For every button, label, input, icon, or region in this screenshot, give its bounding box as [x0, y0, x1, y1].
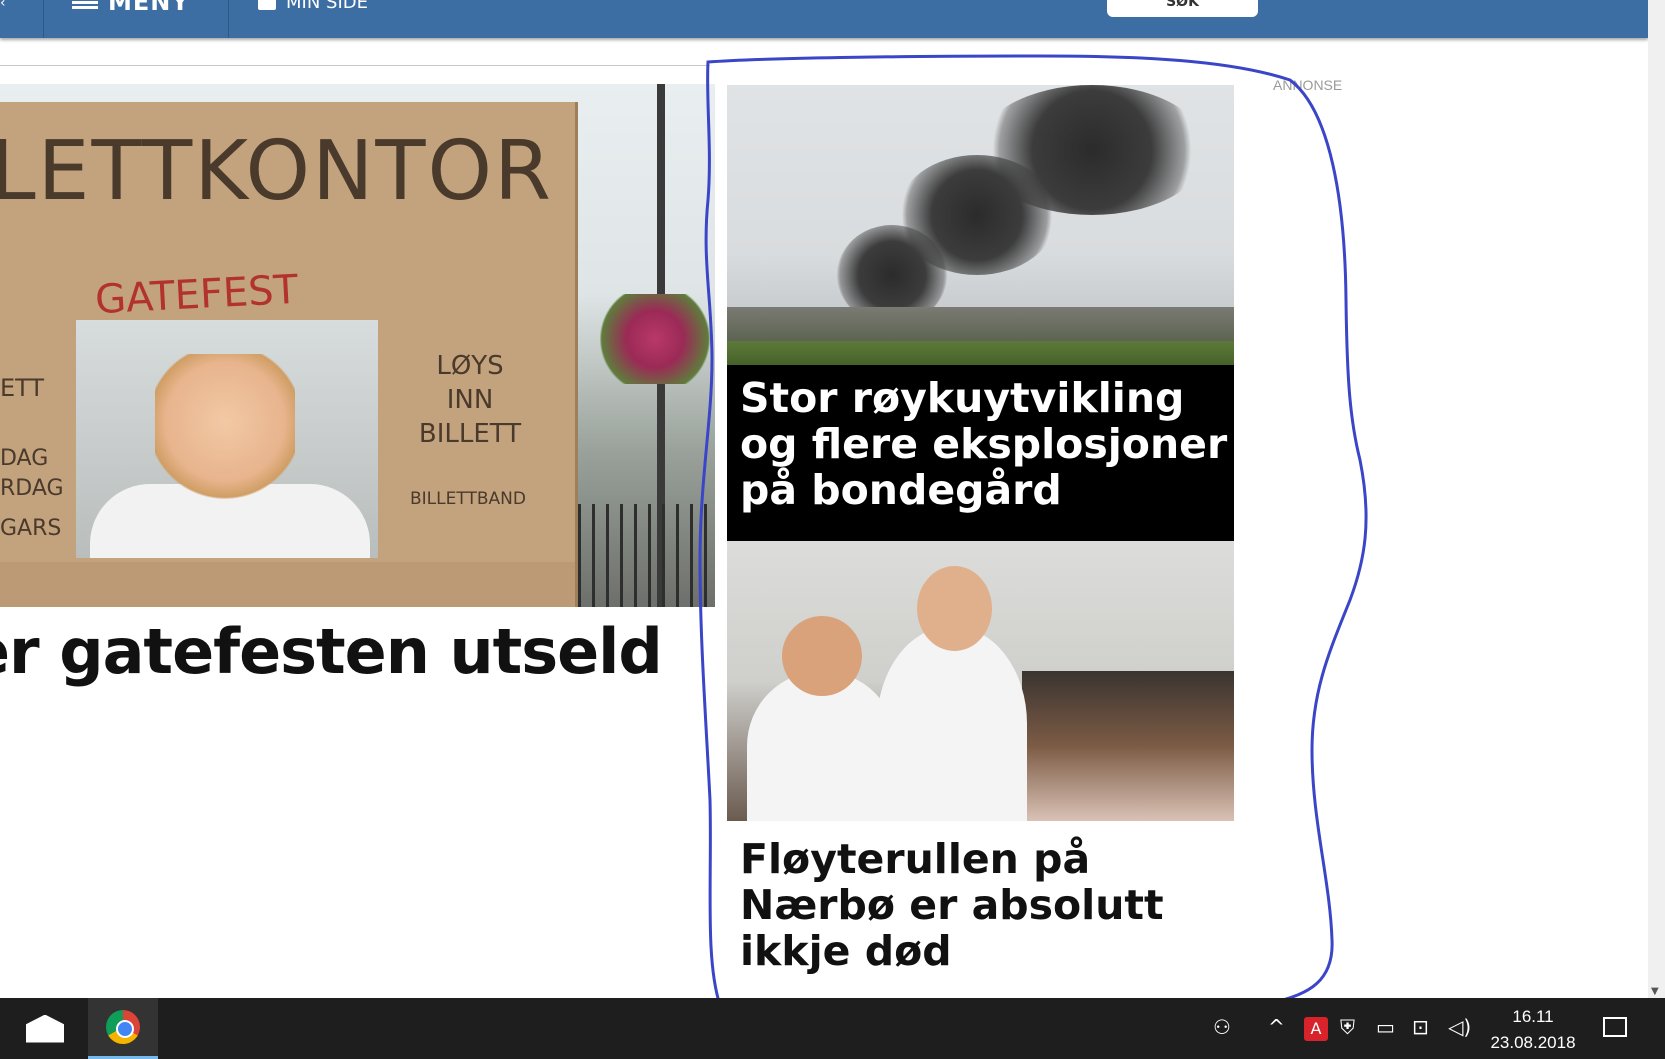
sign-left-line: GARS: [0, 516, 62, 541]
teaser-title: Stor røykuytvikling og flere eksplosjone…: [740, 374, 1228, 514]
scrollbar[interactable]: [1648, 0, 1665, 998]
top-navigation-bar: ‹ MENY MIN SIDE SØK: [0, 0, 1648, 38]
sign-text-right: LØYS INN BILLETT: [418, 351, 522, 449]
back-arrow-icon[interactable]: ‹: [0, 0, 8, 10]
smoke-image: [727, 85, 1234, 365]
mail-icon: [26, 1014, 64, 1043]
flower-basket: [600, 294, 710, 384]
menu-button[interactable]: MENY: [72, 0, 190, 16]
taskbar-clock[interactable]: 16.11 23.08.2018: [1478, 1004, 1588, 1056]
farm-buildings: [727, 307, 1234, 341]
network-icon[interactable]: ⊡: [1412, 1016, 1429, 1038]
sign-left-line: ETT: [0, 374, 45, 402]
cardboard-bottom: [0, 562, 575, 607]
baker-right: [877, 626, 1027, 821]
taskbar-chrome[interactable]: [88, 998, 158, 1059]
sign-left-line: DAG: [0, 446, 49, 471]
min-side-link[interactable]: MIN SIDE: [258, 0, 368, 13]
nav-separator: [43, 0, 44, 38]
menu-label: MENY: [108, 0, 190, 16]
min-side-label: MIN SIDE: [286, 0, 368, 13]
baker-left-head: [782, 616, 862, 696]
teaser-title[interactable]: Fløyterullen på Nærbø er absolutt ikkje …: [740, 836, 1220, 974]
people-icon[interactable]: ⚇: [1213, 1016, 1231, 1038]
search-label: SØK: [1166, 0, 1199, 10]
field: [727, 341, 1234, 365]
sign-text-band: BILLETTBAND: [410, 489, 526, 509]
ad-label: ANNONSE: [1273, 77, 1343, 93]
main-article-image[interactable]: LETTKONTOR GATEFEST LØYS INN BILLETT BIL…: [0, 84, 715, 607]
hamburger-icon: [72, 0, 98, 9]
teaser-smoke[interactable]: Stor røykuytvikling og flere eksplosjone…: [727, 85, 1234, 541]
divider: [0, 65, 710, 66]
volume-icon[interactable]: ◁): [1448, 1016, 1471, 1038]
shield-icon[interactable]: ⛨: [1340, 1016, 1355, 1038]
baker-right-head: [917, 566, 992, 651]
chevron-up-icon[interactable]: ^: [1268, 1016, 1285, 1038]
nav-separator: [228, 0, 229, 38]
main-article-headline[interactable]: er gatefesten utseld: [0, 615, 663, 688]
pastry-case: [1022, 671, 1234, 821]
battery-icon[interactable]: ▭: [1376, 1016, 1395, 1038]
fence: [578, 504, 715, 607]
adobe-icon[interactable]: A: [1304, 1017, 1328, 1041]
notification-icon[interactable]: [1603, 1017, 1627, 1037]
scroll-down-arrow-icon[interactable]: ▼: [1651, 986, 1659, 997]
bakers-image[interactable]: [727, 541, 1234, 821]
chrome-icon: [106, 1010, 140, 1044]
search-button[interactable]: SØK: [1107, 0, 1258, 17]
taskbar-mail[interactable]: [15, 998, 75, 1059]
clock-date: 23.08.2018: [1490, 1033, 1576, 1052]
sign-left-line: RDAG: [0, 476, 64, 501]
sign-text-top: LETTKONTOR: [0, 124, 554, 219]
man-face: [155, 354, 295, 504]
user-icon: [258, 0, 276, 10]
clock-time: 16.11: [1512, 1007, 1554, 1026]
